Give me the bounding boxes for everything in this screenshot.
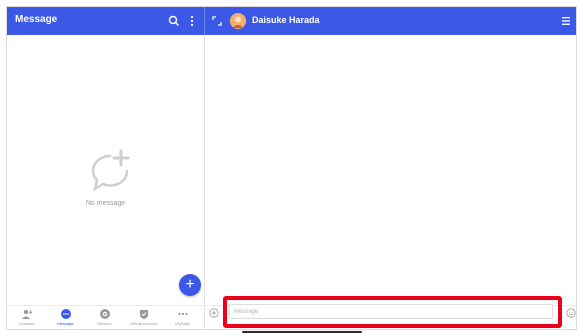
tab-label: Contacts xyxy=(18,321,35,326)
plus-circle-icon[interactable] xyxy=(209,308,219,318)
tab-contacts[interactable]: Contacts xyxy=(7,308,46,329)
search-icon[interactable] xyxy=(167,14,181,28)
tab-mypage[interactable]: MyPage xyxy=(163,308,202,329)
empty-state-text: No message xyxy=(85,200,126,207)
message-input[interactable] xyxy=(229,304,553,319)
page-title: Message xyxy=(15,14,58,25)
stickers-icon xyxy=(99,309,110,319)
new-message-button[interactable]: + xyxy=(179,274,201,296)
contacts-icon xyxy=(21,309,32,319)
tab-label: MyPage xyxy=(175,321,190,326)
contact-name[interactable]: Daisuke Harada xyxy=(252,15,320,25)
emoji-icon[interactable] xyxy=(566,308,576,318)
more-vertical-icon[interactable] xyxy=(187,14,197,28)
avatar[interactable] xyxy=(230,13,246,29)
menu-icon[interactable] xyxy=(561,15,571,27)
app-window: Message Daisuke Harada No message + Cont… xyxy=(6,6,577,330)
home-indicator xyxy=(242,331,362,333)
tab-stickers[interactable]: Stickers xyxy=(85,308,124,329)
header-divider xyxy=(204,7,205,35)
message-icon xyxy=(60,309,71,319)
official-account-icon xyxy=(139,310,148,319)
expand-icon[interactable] xyxy=(211,15,223,27)
more-icon xyxy=(177,312,188,316)
tab-label: Message xyxy=(57,321,74,326)
pane-divider xyxy=(204,7,205,329)
tab-label: Stickers xyxy=(97,321,112,326)
tab-official-account[interactable]: Official Account xyxy=(124,308,163,329)
tab-label: Official Account xyxy=(129,321,158,326)
bottom-tab-bar: Contacts Message Stickers Official Accou… xyxy=(7,305,204,329)
tab-message[interactable]: Message xyxy=(46,308,85,329)
add-chat-bubble-icon xyxy=(91,149,130,192)
